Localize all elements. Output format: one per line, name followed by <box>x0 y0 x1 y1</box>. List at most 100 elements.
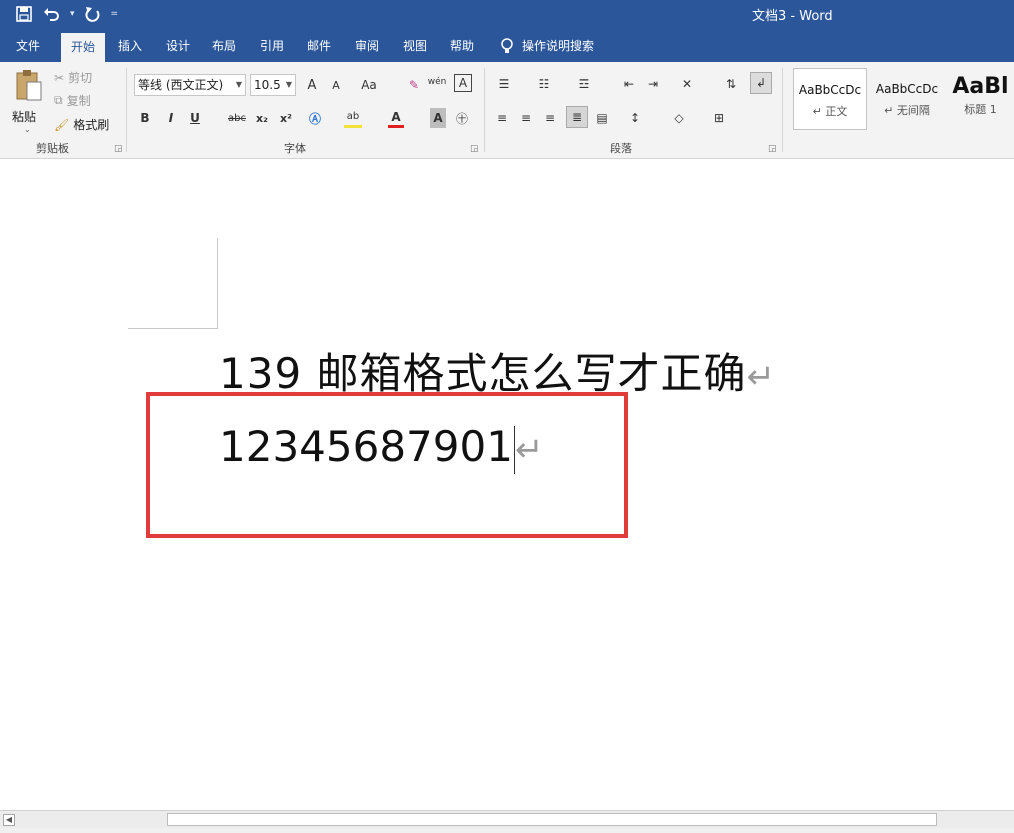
style-normal[interactable]: AaBbCcDc ↵ 正文 <box>793 68 867 130</box>
subscript-button[interactable]: x₂ <box>254 108 270 128</box>
borders-icon[interactable]: ⊞ <box>708 108 730 128</box>
tab-view[interactable]: 视图 <box>403 36 427 62</box>
tab-review[interactable]: 审阅 <box>355 36 379 62</box>
copy-icon: ⧉ <box>54 93 63 107</box>
style-name: 标题 1 <box>964 103 997 116</box>
chevron-down-icon: ▼ <box>235 80 242 89</box>
scissors-icon: ✂ <box>54 70 65 85</box>
group-divider <box>782 68 783 152</box>
save-icon[interactable] <box>14 3 34 25</box>
group-divider <box>126 68 127 152</box>
tab-mailings[interactable]: 邮件 <box>307 36 331 62</box>
char-border-button[interactable]: A <box>454 74 472 92</box>
paragraph-group-label: 段落 <box>610 142 632 155</box>
title-bar: ▾ = 文档3 - Word <box>0 0 1014 30</box>
window-title: 文档3 - Word <box>752 9 833 24</box>
strikethrough-button[interactable]: abc <box>226 108 248 128</box>
shading-icon[interactable]: ◇ <box>668 108 690 128</box>
tell-me-search[interactable]: 操作说明搜索 <box>500 37 594 54</box>
phonetic-guide-button[interactable]: wén <box>428 72 447 92</box>
superscript-button[interactable]: x² <box>278 108 294 128</box>
bold-button[interactable]: B <box>138 108 152 128</box>
distributed-icon[interactable]: ▤ <box>594 108 610 128</box>
font-color-icon[interactable]: A <box>388 108 404 128</box>
italic-button[interactable]: I <box>164 108 178 128</box>
style-sample: AaBbCcDc <box>875 82 939 96</box>
tab-insert[interactable]: 插入 <box>118 36 142 62</box>
scroll-left-icon[interactable]: ◀ <box>3 814 15 826</box>
margin-marker <box>217 238 218 328</box>
paste-icon <box>16 70 42 101</box>
style-name: ↵ 正文 <box>812 105 848 118</box>
style-no-spacing[interactable]: AaBbCcDc ↵ 无间隔 <box>871 68 943 130</box>
ribbon: 粘贴 ⌄ ✂ 剪切 ⧉ 复制 🖌 格式刷 剪贴板 ◲ 等线 (西文正文) ▼ 1… <box>0 62 1014 159</box>
show-marks-icon[interactable]: ↲ <box>750 72 772 94</box>
char-shading-icon[interactable]: A <box>430 108 446 128</box>
enclose-char-icon[interactable]: ㊉ <box>454 108 470 128</box>
align-right-icon[interactable]: ≡ <box>542 108 558 128</box>
document-canvas[interactable]: 139 邮箱格式怎么写才正确↵ 12345687901↵ <box>0 160 1014 810</box>
paste-label: 粘贴 <box>12 110 37 124</box>
tab-design[interactable]: 设计 <box>166 36 190 62</box>
tab-help[interactable]: 帮助 <box>450 36 474 62</box>
quick-access-toolbar: ▾ = <box>14 3 118 25</box>
text-effects-icon[interactable]: Ⓐ <box>306 108 324 128</box>
tab-references[interactable]: 引用 <box>260 36 284 62</box>
asian-layout-icon[interactable]: ✕ <box>676 74 698 94</box>
style-name: ↵ 无间隔 <box>884 104 930 117</box>
styles-gallery: AaBbCcDc ↵ 正文 AaBbCcDc ↵ 无间隔 AaBl 标题 1 <box>791 68 1014 130</box>
increase-indent-icon[interactable]: ⇥ <box>644 74 662 94</box>
align-left-icon[interactable]: ≡ <box>494 108 510 128</box>
style-sample: AaBl <box>952 74 1009 99</box>
clipboard-group-label: 剪贴板 <box>36 142 69 155</box>
undo-icon[interactable] <box>42 3 62 25</box>
clipboard-launcher-icon[interactable]: ◲ <box>114 144 123 154</box>
paragraph-launcher-icon[interactable]: ◲ <box>768 144 777 154</box>
status-bar <box>0 828 1014 833</box>
cut-button[interactable]: ✂ 剪切 <box>54 69 92 86</box>
font-family-value: 等线 (西文正文) <box>138 78 224 92</box>
grow-font-button[interactable]: A <box>304 75 320 95</box>
undo-dropdown-icon[interactable]: ▾ <box>70 9 75 19</box>
style-heading-1[interactable]: AaBl 标题 1 <box>947 68 1014 130</box>
cut-label: 剪切 <box>68 71 93 85</box>
multilevel-list-icon[interactable]: ☲ <box>574 74 594 94</box>
group-divider <box>484 68 485 152</box>
customize-qat-icon[interactable]: = <box>111 9 119 19</box>
line-spacing-icon[interactable]: ↕ <box>624 108 646 128</box>
redo-icon[interactable] <box>83 3 103 25</box>
ribbon-tabs: 文件 开始 插入 设计 布局 引用 邮件 审阅 视图 帮助 操作说明搜索 <box>0 30 1014 62</box>
style-sample: AaBbCcDc <box>798 83 862 97</box>
font-launcher-icon[interactable]: ◲ <box>470 144 479 154</box>
underline-button[interactable]: U <box>188 108 202 128</box>
font-size-select[interactable]: 10.5 ▼ <box>250 74 296 96</box>
tell-me-label: 操作说明搜索 <box>522 39 595 53</box>
tab-file[interactable]: 文件 <box>16 36 40 62</box>
font-size-value: 10.5 <box>254 78 281 92</box>
font-group-label: 字体 <box>284 142 306 155</box>
change-case-button[interactable]: Aa <box>358 75 380 95</box>
tab-layout[interactable]: 布局 <box>212 36 236 62</box>
align-center-icon[interactable]: ≡ <box>518 108 534 128</box>
copy-button[interactable]: ⧉ 复制 <box>54 92 91 109</box>
format-painter-button[interactable]: 🖌 格式刷 <box>54 116 109 133</box>
decrease-indent-icon[interactable]: ⇤ <box>620 74 638 94</box>
tab-home[interactable]: 开始 <box>61 33 106 62</box>
highlight-annotation-box <box>146 392 628 538</box>
shrink-font-button[interactable]: A <box>328 75 344 95</box>
scrollbar-thumb[interactable] <box>167 813 937 826</box>
clear-format-icon[interactable]: ✎ <box>406 75 422 95</box>
justify-icon[interactable]: ≣ <box>566 106 588 128</box>
paste-dropdown-icon[interactable]: ⌄ <box>24 125 31 134</box>
bullets-icon[interactable]: ☰ <box>494 74 514 94</box>
highlight-icon[interactable]: ab <box>344 108 362 128</box>
copy-label: 复制 <box>66 94 91 108</box>
horizontal-scrollbar[interactable]: ◀ <box>0 810 1014 828</box>
paste-button[interactable]: 粘贴 ⌄ <box>12 68 44 134</box>
line-1-text: 139 邮箱格式怎么写才正确 <box>219 349 747 398</box>
numbering-icon[interactable]: ☷ <box>534 74 554 94</box>
sort-icon[interactable]: ⇅ <box>722 74 740 94</box>
font-family-select[interactable]: 等线 (西文正文) ▼ <box>134 74 246 96</box>
paintbrush-icon: 🖌 <box>54 117 70 132</box>
paragraph-mark: ↵ <box>746 357 777 397</box>
